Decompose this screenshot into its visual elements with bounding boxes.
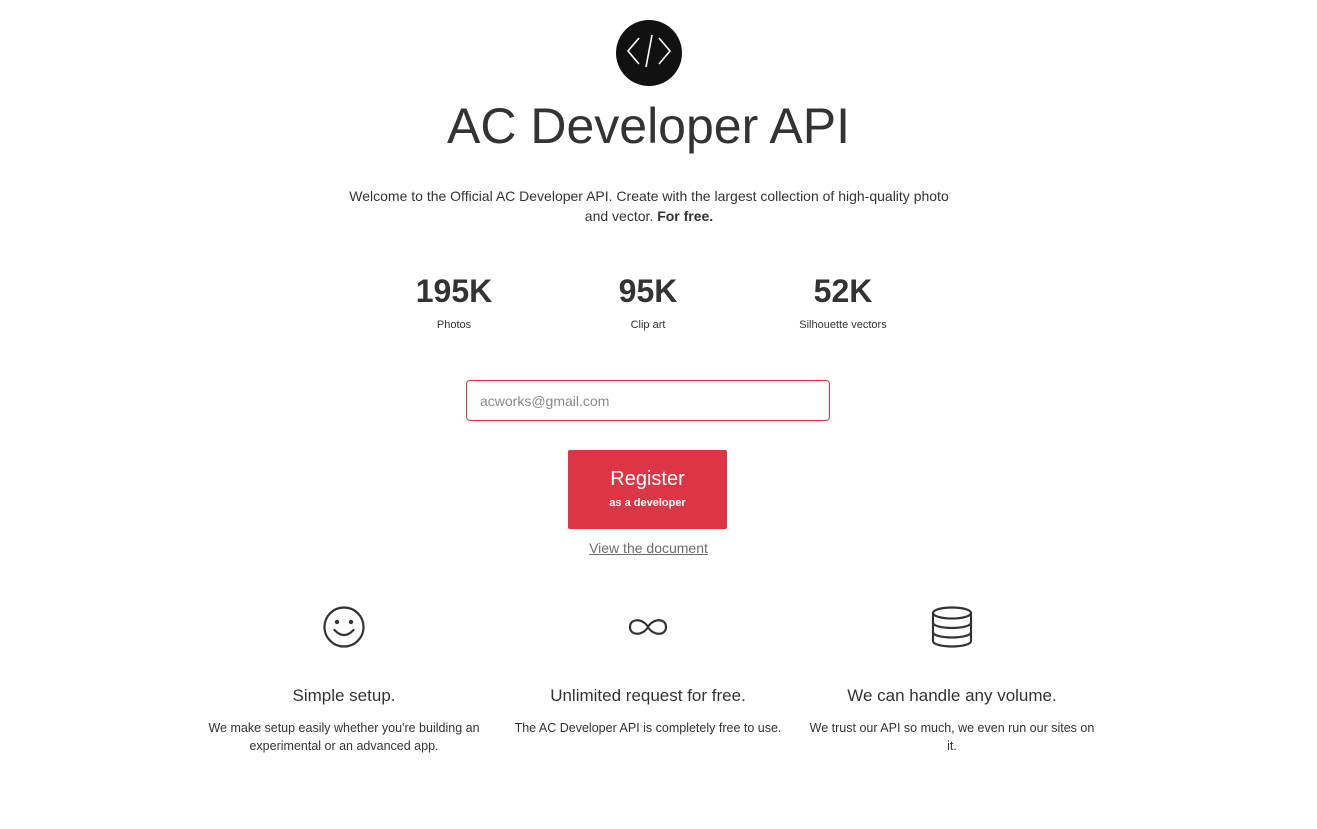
stat-label: Clip art bbox=[630, 319, 666, 331]
stat-label: Silhouette vectors bbox=[799, 319, 887, 331]
logo bbox=[616, 20, 682, 86]
intro-text: Welcome to the Official AC Developer API… bbox=[349, 186, 949, 226]
feature-simple-setup: Simple setup. We make setup easily wheth… bbox=[199, 604, 489, 755]
email-input[interactable] bbox=[466, 380, 830, 421]
feature-title: Simple setup. bbox=[292, 686, 396, 705]
feature-title: Unlimited request for free. bbox=[550, 686, 746, 705]
stat-clip-art: 95K Clip art bbox=[548, 270, 748, 333]
feature-unlimited-requests: Unlimited request for free. The AC Devel… bbox=[503, 604, 793, 737]
stat-value: 52K bbox=[813, 273, 873, 309]
feature-title: We can handle any volume. bbox=[847, 686, 1057, 705]
feature-any-volume: We can handle any volume. We trust our A… bbox=[807, 604, 1097, 755]
stat-silhouette-vectors: 52K Silhouette vectors bbox=[743, 270, 943, 333]
register-button-sublabel: as a developer bbox=[609, 497, 686, 509]
stat-value: 195K bbox=[415, 273, 493, 309]
infinity-icon bbox=[626, 614, 670, 645]
feature-description: We make setup easily whether you're buil… bbox=[208, 721, 480, 753]
stat-label: Photos bbox=[436, 319, 472, 331]
intro-body: Welcome to the Official AC Developer API… bbox=[349, 188, 949, 224]
smiley-icon bbox=[322, 605, 366, 654]
page-title: AC Developer API bbox=[447, 98, 850, 154]
stat-photos: 195K Photos bbox=[354, 270, 554, 333]
intro-emphasis: For free. bbox=[657, 208, 714, 224]
register-button[interactable]: Register as a developer bbox=[568, 450, 727, 529]
code-brackets-icon bbox=[624, 31, 674, 76]
view-document-link[interactable]: View the document bbox=[589, 540, 708, 556]
feature-description: The AC Developer API is completely free … bbox=[514, 721, 782, 735]
feature-description: We trust our API so much, we even run ou… bbox=[809, 721, 1095, 753]
register-button-label: Register bbox=[610, 468, 685, 490]
database-icon bbox=[930, 605, 974, 654]
stat-value: 95K bbox=[618, 273, 678, 309]
